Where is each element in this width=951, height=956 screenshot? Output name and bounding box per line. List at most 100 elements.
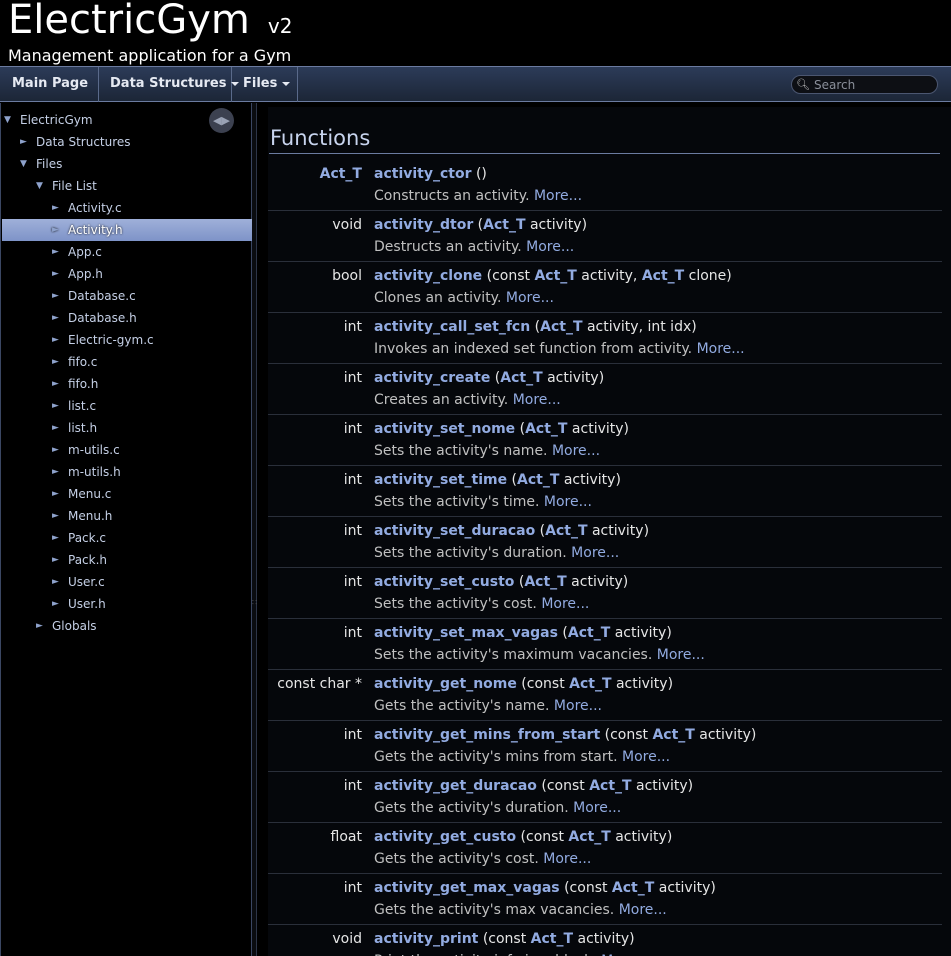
search-icon[interactable]: 🔍︎ xyxy=(796,78,810,91)
triangle-right-icon[interactable]: ► xyxy=(52,285,59,307)
tree-item[interactable]: ► Database.c xyxy=(2,285,252,307)
tree-item[interactable]: ► list.h xyxy=(2,417,252,439)
type-link[interactable]: Act_T xyxy=(524,574,566,590)
tree-item[interactable]: ► Database.h xyxy=(2,307,252,329)
triangle-right-icon[interactable]: ► xyxy=(52,483,59,505)
tree-item[interactable]: ► fifo.h xyxy=(2,373,252,395)
search-box[interactable]: 🔍︎ xyxy=(791,75,938,94)
more-link[interactable]: More... xyxy=(526,239,574,255)
triangle-right-icon[interactable]: ► xyxy=(52,439,59,461)
function-name-link[interactable]: activity_get_mins_from_start xyxy=(374,727,600,743)
tree-item[interactable]: ► Electric-gym.c xyxy=(2,329,252,351)
triangle-right-icon[interactable]: ► xyxy=(52,373,59,395)
tree-item[interactable]: ► Menu.h xyxy=(2,505,252,527)
tree-item[interactable]: ► Data Structures xyxy=(2,131,252,153)
nav-files[interactable]: Files xyxy=(232,67,298,102)
type-link[interactable]: Act_T xyxy=(612,880,654,896)
more-link[interactable]: More... xyxy=(541,596,589,612)
type-link[interactable]: Act_T xyxy=(568,829,610,845)
more-link[interactable]: More... xyxy=(571,545,619,561)
type-link[interactable]: Act_T xyxy=(545,523,587,539)
type-link[interactable]: Act_T xyxy=(589,778,631,794)
more-link[interactable]: More... xyxy=(622,749,670,765)
triangle-right-icon[interactable]: ► xyxy=(52,197,59,219)
function-name-link[interactable]: activity_create xyxy=(374,370,490,386)
triangle-right-icon[interactable]: ► xyxy=(52,549,59,571)
triangle-right-icon[interactable]: ► xyxy=(20,131,27,153)
function-name-link[interactable]: activity_set_time xyxy=(374,472,507,488)
type-link[interactable]: Act_T xyxy=(540,319,582,335)
triangle-right-icon[interactable]: ► xyxy=(36,615,43,637)
more-link[interactable]: More... xyxy=(554,698,602,714)
tree-item[interactable]: ► fifo.c xyxy=(2,351,252,373)
function-name-link[interactable]: activity_get_max_vagas xyxy=(374,880,560,896)
nav-main-page[interactable]: Main Page xyxy=(1,67,99,102)
triangle-down-icon[interactable]: ▼ xyxy=(36,175,43,197)
type-link[interactable]: Act_T xyxy=(534,268,576,284)
triangle-right-icon[interactable]: ► xyxy=(52,395,59,417)
triangle-right-icon[interactable]: ► xyxy=(52,461,59,483)
triangle-right-icon[interactable]: ► xyxy=(52,593,59,615)
tree-item[interactable]: ► m-utils.c xyxy=(2,439,252,461)
drag-handle-icon[interactable]: ∷ xyxy=(252,598,257,607)
triangle-right-icon[interactable]: ► xyxy=(52,571,59,593)
more-link[interactable]: More... xyxy=(697,341,745,357)
tree-item[interactable]: ► Activity.h xyxy=(2,219,252,241)
triangle-right-icon[interactable]: ► xyxy=(52,527,59,549)
more-link[interactable]: More... xyxy=(534,188,582,204)
tree-item[interactable]: ► Pack.h xyxy=(2,549,252,571)
function-name-link[interactable]: activity_print xyxy=(374,931,478,947)
tree-item[interactable]: ▼ ElectricGym xyxy=(2,109,252,131)
type-link[interactable]: Act_T xyxy=(531,931,573,947)
more-link[interactable]: More... xyxy=(513,392,561,408)
tree-item[interactable]: ► User.c xyxy=(2,571,252,593)
function-name-link[interactable]: activity_set_max_vagas xyxy=(374,625,558,641)
function-name-link[interactable]: activity_clone xyxy=(374,268,482,284)
tree-item[interactable]: ▼ Files xyxy=(2,153,252,175)
triangle-down-icon[interactable]: ▼ xyxy=(4,109,11,131)
more-link[interactable]: More... xyxy=(657,647,705,663)
more-link[interactable]: More... xyxy=(552,443,600,459)
function-name-link[interactable]: activity_set_nome xyxy=(374,421,515,437)
type-link[interactable]: Act_T xyxy=(569,676,611,692)
triangle-right-icon[interactable]: ► xyxy=(52,351,59,373)
tree-item[interactable]: ► Globals xyxy=(2,615,252,637)
triangle-right-icon[interactable]: ► xyxy=(52,329,59,351)
return-type-link[interactable]: Act_T xyxy=(320,166,362,182)
tree-item[interactable]: ► Activity.c xyxy=(2,197,252,219)
tree-item[interactable]: ► App.h xyxy=(2,263,252,285)
triangle-right-icon[interactable]: ► xyxy=(52,263,59,285)
function-name-link[interactable]: activity_dtor xyxy=(374,217,473,233)
more-link[interactable]: More... xyxy=(573,800,621,816)
tree-item[interactable]: ► Menu.c xyxy=(2,483,252,505)
more-link[interactable]: More... xyxy=(544,494,592,510)
function-name-link[interactable]: activity_call_set_fcn xyxy=(374,319,530,335)
triangle-right-icon[interactable]: ► xyxy=(52,219,59,241)
function-name-link[interactable]: activity_ctor xyxy=(374,166,472,182)
type-link[interactable]: Act_T xyxy=(500,370,542,386)
function-name-link[interactable]: activity_set_custo xyxy=(374,574,514,590)
more-link[interactable]: More... xyxy=(506,290,554,306)
triangle-right-icon[interactable]: ► xyxy=(52,417,59,439)
more-link[interactable]: More... xyxy=(543,851,591,867)
triangle-right-icon[interactable]: ► xyxy=(52,307,59,329)
function-name-link[interactable]: activity_get_duracao xyxy=(374,778,537,794)
tree-item[interactable]: ► m-utils.h xyxy=(2,461,252,483)
function-name-link[interactable]: activity_set_duracao xyxy=(374,523,535,539)
type-link[interactable]: Act_T xyxy=(525,421,567,437)
triangle-down-icon[interactable]: ▼ xyxy=(20,153,27,175)
function-name-link[interactable]: activity_get_nome xyxy=(374,676,517,692)
function-name-link[interactable]: activity_get_custo xyxy=(374,829,516,845)
tree-item[interactable]: ► App.c xyxy=(2,241,252,263)
nav-data-structures[interactable]: Data Structures xyxy=(99,67,240,102)
triangle-right-icon[interactable]: ► xyxy=(52,241,59,263)
search-input[interactable] xyxy=(814,77,932,92)
tree-item[interactable]: ► list.c xyxy=(2,395,252,417)
type-link[interactable]: Act_T xyxy=(517,472,559,488)
tree-item[interactable]: ▼ File List xyxy=(2,175,252,197)
type-link[interactable]: Act_T xyxy=(642,268,684,284)
tree-item[interactable]: ► Pack.c xyxy=(2,527,252,549)
more-link[interactable]: More... xyxy=(619,902,667,918)
tree-item[interactable]: ► User.h xyxy=(2,593,252,615)
type-link[interactable]: Act_T xyxy=(568,625,610,641)
